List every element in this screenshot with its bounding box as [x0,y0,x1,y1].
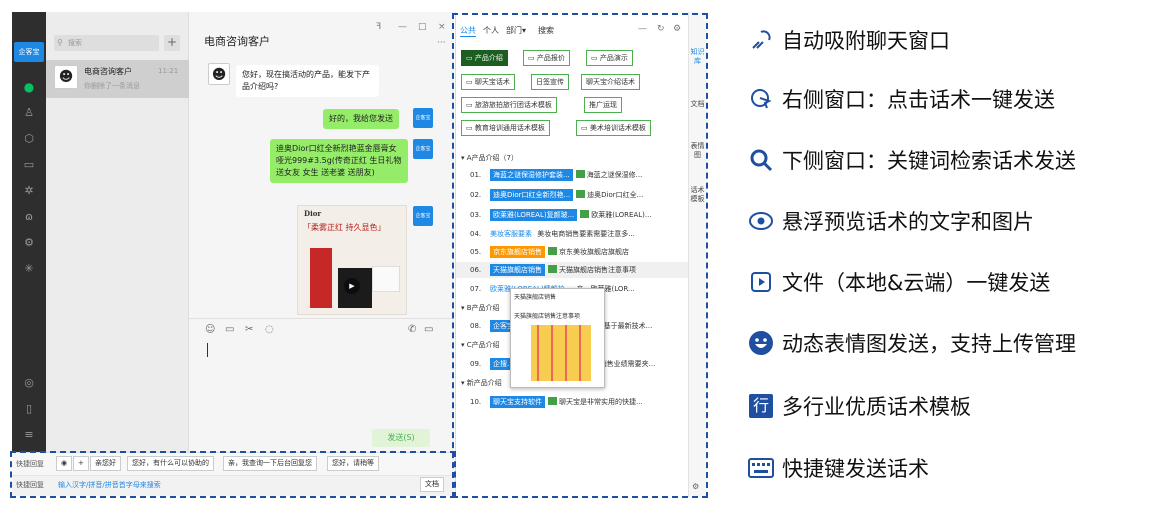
moments-icon[interactable]: ✲ [12,184,46,197]
message-right: 好的，我给您发送 [323,109,399,129]
settings-icon[interactable]: ⚙ [12,236,46,249]
butterfly-icon[interactable]: ɷ [12,210,46,223]
phone-icon[interactable]: ▯ [12,402,46,415]
send-button[interactable]: 发送(S) [372,429,430,447]
sender-badge: 企客宝 [413,206,433,226]
chat-title: 电商咨询客户 [204,35,270,48]
bottom-window-highlight [10,451,456,498]
add-button[interactable]: + [164,35,180,51]
menu-icon[interactable]: ≡ [12,428,46,441]
play-icon[interactable]: ▶ [344,278,360,294]
contacts-icon[interactable]: ♙ [12,106,46,119]
right-window-highlight [452,13,708,498]
search-icon [748,147,774,173]
chat-bubble-icon[interactable]: ◌ [265,324,274,335]
magnet-icon [748,27,774,53]
avatar: ☻ [54,65,78,89]
feature-item: 文件（本地&云端）一键发送 [748,267,1050,297]
scissors-icon[interactable]: ✂ [245,324,253,335]
row-icon: 行 [748,393,774,419]
minimize-button[interactable]: — [398,22,407,32]
message-right-product: 迪奥Dior口红全新烈艳蓝金唇膏女哑光999#3.5g(传奇正红 生日礼物送女友… [270,139,408,183]
feature-item: 右侧窗口：点击话术一键发送 [748,84,1055,114]
feature-item: 自动吸附聊天窗口 [748,25,950,55]
emoji-icon[interactable]: ☺ [205,324,215,335]
maximize-button[interactable]: □ [418,22,427,32]
pin-icon[interactable]: ꟻ [376,22,381,32]
chat-item-time: 11:21 [158,67,179,75]
feature-item: 下侧窗口：关键词检索话术发送 [748,145,1076,175]
keyboard-icon [748,455,774,481]
more-icon[interactable]: ··· [437,38,446,48]
chat-item-preview: 你删除了一条消息 [84,82,140,90]
product-image[interactable]: Dior 「柔雾正红 持久显色」 ▶ [297,205,407,315]
feature-item: 悬浮预览话术的文字和图片 [748,206,1034,236]
customer-avatar: ☻ [208,63,230,85]
smiley-icon [748,330,774,356]
ad-slogan: 「柔雾正红 持久显色」 [303,223,386,232]
gift-box [372,266,400,292]
sender-badge: 企客宝 [413,108,433,128]
search-input[interactable]: ⚲ 搜索 [54,35,159,51]
brand-badge[interactable]: 企客宝 [14,42,44,62]
click-icon [748,86,774,112]
folder-icon[interactable]: ▭ [225,324,234,335]
chat-icon[interactable]: ● [12,80,46,94]
ad-brand: Dior [304,209,322,218]
feature-item: 快捷键发送话术 [748,453,929,483]
star-icon[interactable]: ✳ [12,262,46,275]
folder-icon[interactable]: ▭ [12,158,46,171]
play-file-icon [748,269,774,295]
close-button[interactable]: × [438,22,446,32]
compass-icon[interactable]: ◎ [12,376,46,389]
feature-item: 行 多行业优质话术模板 [748,391,971,421]
feature-item: 动态表情图发送，支持上传管理 [748,328,1076,358]
message-left: 您好，现在搞活动的产品，能发下产品介绍吗? [236,65,379,97]
chat-item-name: 电商咨询客户 [84,67,132,76]
text-cursor [207,343,208,357]
video-icon[interactable]: ▭ [424,324,433,335]
search-icon: ⚲ [57,38,63,47]
cube-icon[interactable]: ⬡ [12,132,46,145]
eye-icon [748,208,774,234]
phone-call-icon[interactable]: ✆ [408,324,416,335]
lipstick-shape [310,248,332,308]
sender-badge: 企客宝 [413,139,433,159]
